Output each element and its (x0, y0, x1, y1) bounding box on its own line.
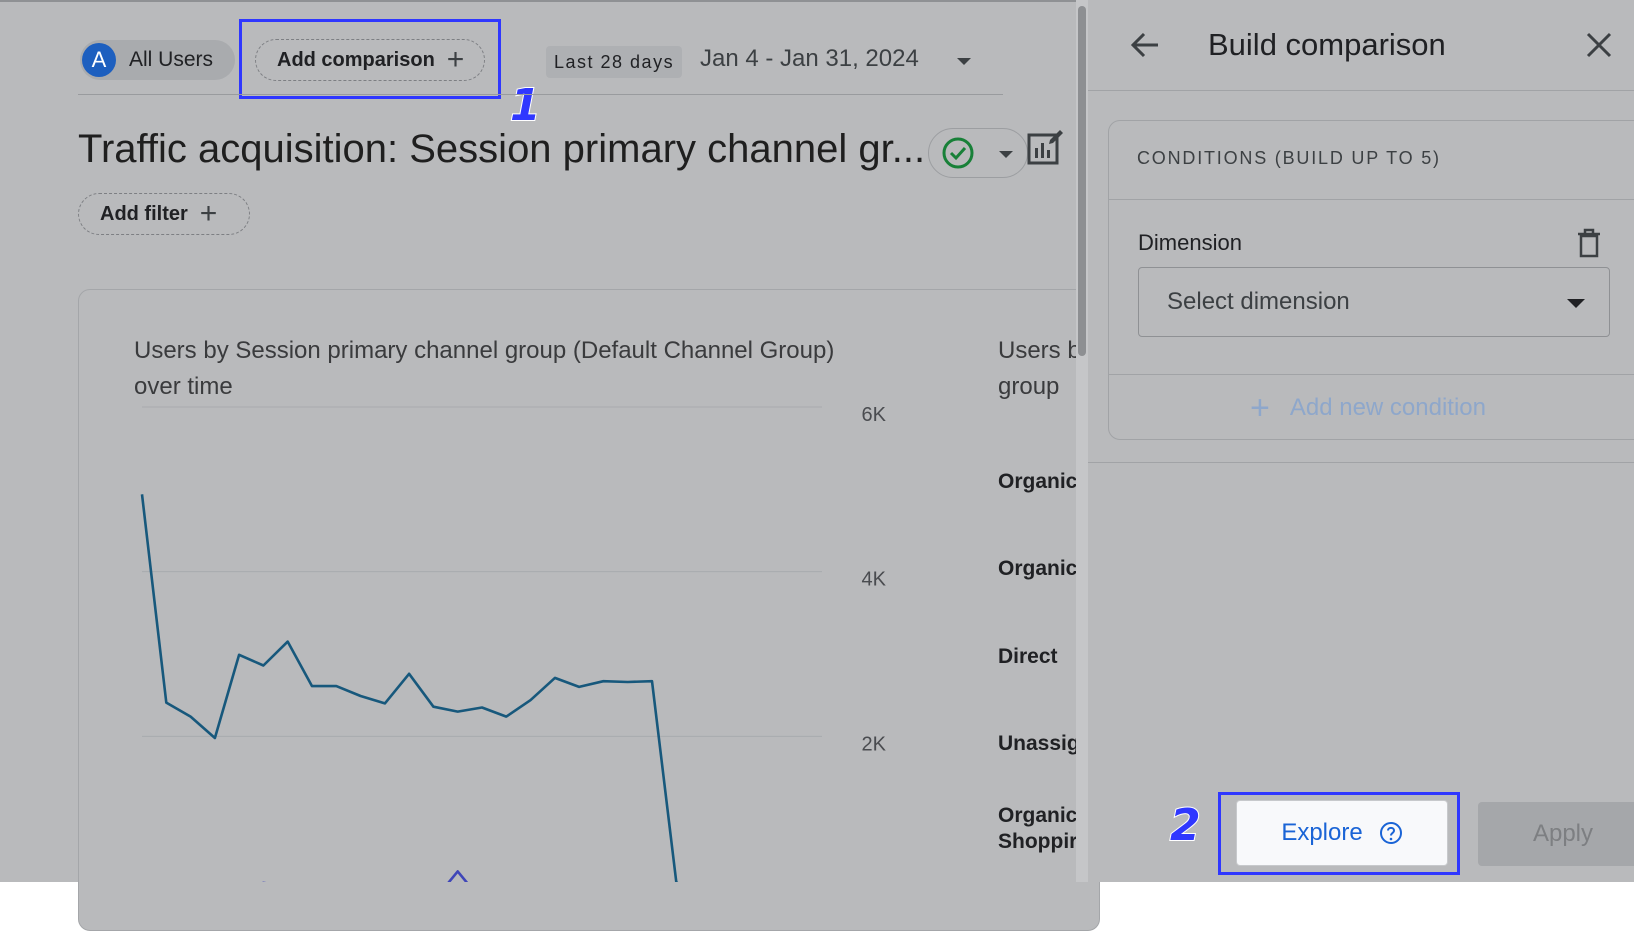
help-circle-icon (1379, 822, 1402, 844)
conditions-divider (1108, 199, 1634, 200)
line-chart: 6K 4K 2K (140, 404, 887, 882)
panel-header-divider (1088, 90, 1634, 91)
dimension-select[interactable]: Select dimension (1138, 267, 1610, 337)
scrollbar-thumb[interactable] (1078, 6, 1086, 356)
dimension-select-value: Select dimension (1167, 288, 1350, 315)
y-tick-label: 4K (862, 569, 887, 591)
plus-icon: + (1250, 389, 1270, 427)
back-arrow-icon[interactable] (1128, 28, 1162, 62)
add-new-condition-button[interactable]: + Add new condition (1250, 388, 1486, 428)
series-line-2[interactable] (142, 870, 822, 882)
add-new-condition-label: Add new condition (1289, 394, 1486, 421)
dimension-label: Dimension (1138, 230, 1242, 255)
y-tick-label: 6K (862, 404, 887, 426)
chevron-down-icon (1567, 299, 1585, 308)
legend-item[interactable]: Direct (998, 644, 1058, 670)
legend-item[interactable]: Organic (998, 803, 1077, 829)
panel-divider (1088, 462, 1634, 463)
panel-title: Build comparison (1208, 27, 1446, 62)
legend-item[interactable]: Organic (998, 469, 1077, 495)
legend-item[interactable]: Organic (998, 556, 1077, 582)
close-icon[interactable] (1584, 30, 1614, 60)
series-line-1[interactable] (140, 494, 822, 882)
conditions-header: CONDITIONS (BUILD UP TO 5) (1137, 148, 1441, 168)
delete-icon[interactable] (1576, 228, 1602, 258)
legend-item[interactable]: Shoppir (998, 829, 1077, 855)
apply-button[interactable]: Apply (1478, 802, 1634, 866)
legend-item[interactable]: Unassig (998, 731, 1080, 757)
step2-number: 2 (1169, 799, 1202, 852)
explore-label: Explore (1281, 819, 1363, 846)
explore-button[interactable]: Explore (1236, 800, 1448, 866)
y-tick-label: 2K (862, 733, 887, 755)
conditions-divider (1108, 374, 1634, 375)
